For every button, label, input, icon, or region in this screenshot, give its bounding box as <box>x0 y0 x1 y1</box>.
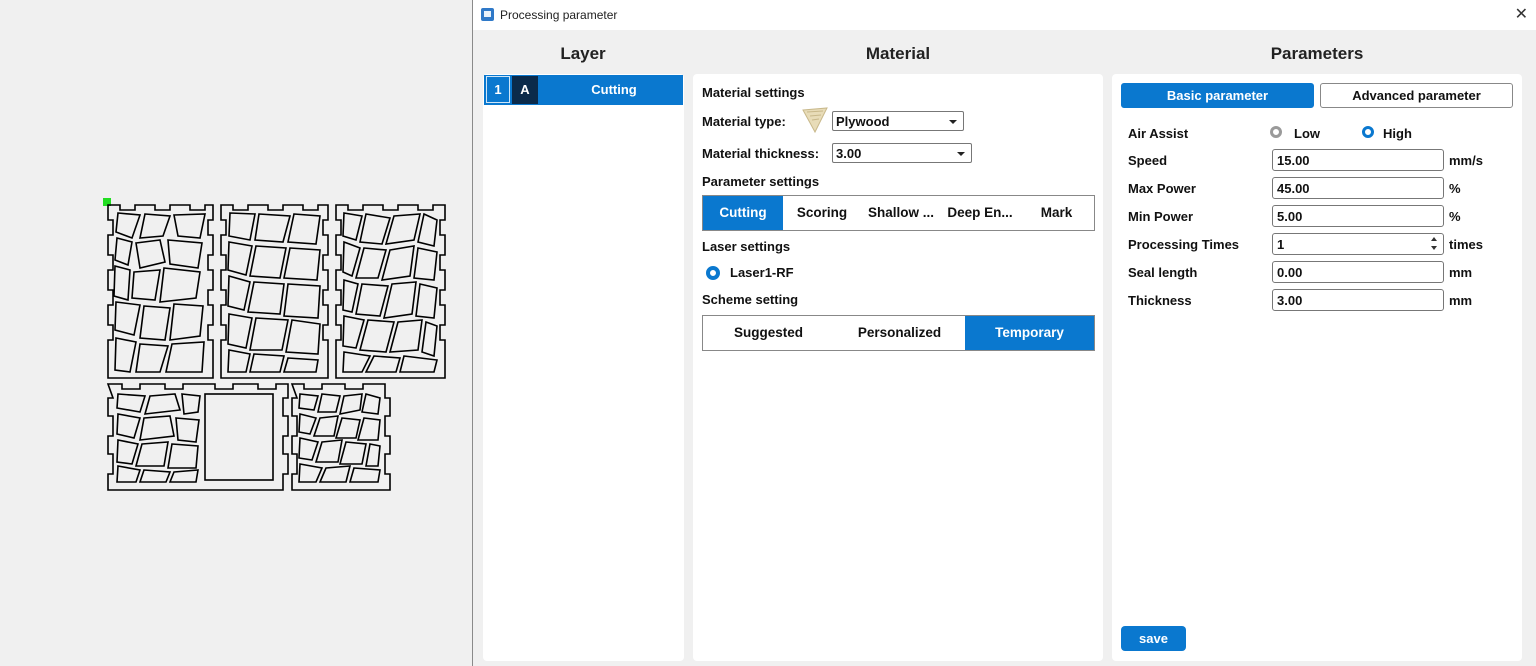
processing-times-stepper[interactable]: 1 <box>1272 233 1444 255</box>
material-type-label: Material type: <box>702 114 786 129</box>
laser-settings-heading: Laser settings <box>702 239 791 254</box>
design-canvas[interactable] <box>0 0 472 666</box>
air-assist-high-radio[interactable] <box>1362 126 1374 138</box>
dialog-title: Processing parameter <box>500 8 618 22</box>
process-mode-tabs: Cutting Scoring Shallow ... Deep En... M… <box>702 195 1095 231</box>
parameters-column-title: Parameters <box>1270 44 1364 63</box>
scheme-suggested-tab[interactable]: Suggested <box>703 316 834 350</box>
mode-mark-tab[interactable]: Mark <box>1019 196 1094 230</box>
material-type-value: Plywood <box>836 114 890 129</box>
material-thickness-select[interactable]: 3.00 <box>832 143 972 163</box>
max-power-value: 45.00 <box>1277 181 1310 196</box>
scheme-tabs: Suggested Personalized Temporary <box>702 315 1095 351</box>
spin-arrows-icon[interactable] <box>1431 236 1439 252</box>
laser1-radio[interactable] <box>706 266 720 280</box>
plywood-icon <box>802 107 828 134</box>
seal-length-unit: mm <box>1449 265 1473 280</box>
max-power-label: Max Power <box>1128 181 1196 196</box>
speed-unit: mm/s <box>1449 153 1483 168</box>
material-settings-heading: Material settings <box>702 85 805 100</box>
mode-scoring-tab[interactable]: Scoring <box>783 196 861 230</box>
thickness-input[interactable]: 3.00 <box>1272 289 1444 311</box>
parameters-panel: Basic parameter Advanced parameter Air A… <box>1112 74 1522 661</box>
material-type-select[interactable]: Plywood <box>832 111 964 131</box>
mode-deep-engraving-tab[interactable]: Deep En... <box>941 196 1019 230</box>
basic-parameter-tab[interactable]: Basic parameter <box>1121 83 1314 108</box>
material-column-title: Material <box>865 44 931 63</box>
speed-label: Speed <box>1128 153 1168 168</box>
min-power-label: Min Power <box>1128 209 1194 224</box>
mode-shallow-engraving-tab[interactable]: Shallow ... <box>861 196 941 230</box>
layer-column-title: Layer <box>560 44 606 63</box>
layer-panel: 1 A Cutting <box>483 74 684 661</box>
max-power-unit: % <box>1449 181 1461 196</box>
max-power-input[interactable]: 45.00 <box>1272 177 1444 199</box>
layer-number: 1 <box>486 76 510 103</box>
chevron-down-icon <box>957 152 965 156</box>
parameter-settings-heading: Parameter settings <box>702 174 820 189</box>
speed-input[interactable]: 15.00 <box>1272 149 1444 171</box>
processing-times-unit: times <box>1449 237 1483 252</box>
material-panel: Material settings Material type: Plywood… <box>693 74 1103 661</box>
processing-times-value: 1 <box>1277 237 1285 252</box>
min-power-value: 5.00 <box>1277 209 1303 224</box>
processing-times-label: Processing Times <box>1128 237 1240 252</box>
air-assist-label: Air Assist <box>1128 126 1189 141</box>
air-assist-low-label: Low <box>1294 126 1320 141</box>
close-icon[interactable]: ✕ <box>1515 4 1528 24</box>
speed-value: 15.00 <box>1277 153 1310 168</box>
air-assist-high-label: High <box>1383 126 1412 141</box>
min-power-input[interactable]: 5.00 <box>1272 205 1444 227</box>
layer-mode: Cutting <box>591 82 637 97</box>
scheme-personalized-tab[interactable]: Personalized <box>834 316 965 350</box>
seal-length-value: 0.00 <box>1277 265 1303 280</box>
scheme-temporary-tab[interactable]: Temporary <box>965 316 1094 350</box>
min-power-unit: % <box>1449 209 1461 224</box>
app-icon <box>481 8 494 21</box>
scheme-setting-heading: Scheme setting <box>702 292 799 307</box>
layer-letter: A <box>512 76 538 104</box>
dialog-titlebar[interactable]: Processing parameter ✕ <box>473 0 1536 30</box>
mode-cutting-tab[interactable]: Cutting <box>703 196 783 230</box>
layer-row[interactable]: 1 A Cutting <box>484 75 683 105</box>
laser-pattern-preview[interactable] <box>0 0 472 666</box>
seal-length-label: Seal length <box>1128 265 1198 280</box>
laser1-label: Laser1-RF <box>730 265 794 280</box>
air-assist-low-radio[interactable] <box>1270 126 1282 138</box>
material-thickness-value: 3.00 <box>836 146 862 161</box>
advanced-parameter-tab[interactable]: Advanced parameter <box>1320 83 1513 108</box>
seal-length-input[interactable]: 0.00 <box>1272 261 1444 283</box>
thickness-unit: mm <box>1449 293 1473 308</box>
box-panels <box>106 204 446 491</box>
save-button[interactable]: save <box>1121 626 1186 651</box>
chevron-down-icon <box>949 120 957 124</box>
thickness-value: 3.00 <box>1277 293 1303 308</box>
thickness-label: Thickness <box>1128 293 1192 308</box>
processing-parameter-dialog: Processing parameter ✕ Layer Material Pa… <box>472 0 1536 666</box>
material-thickness-label: Material thickness: <box>702 146 820 161</box>
